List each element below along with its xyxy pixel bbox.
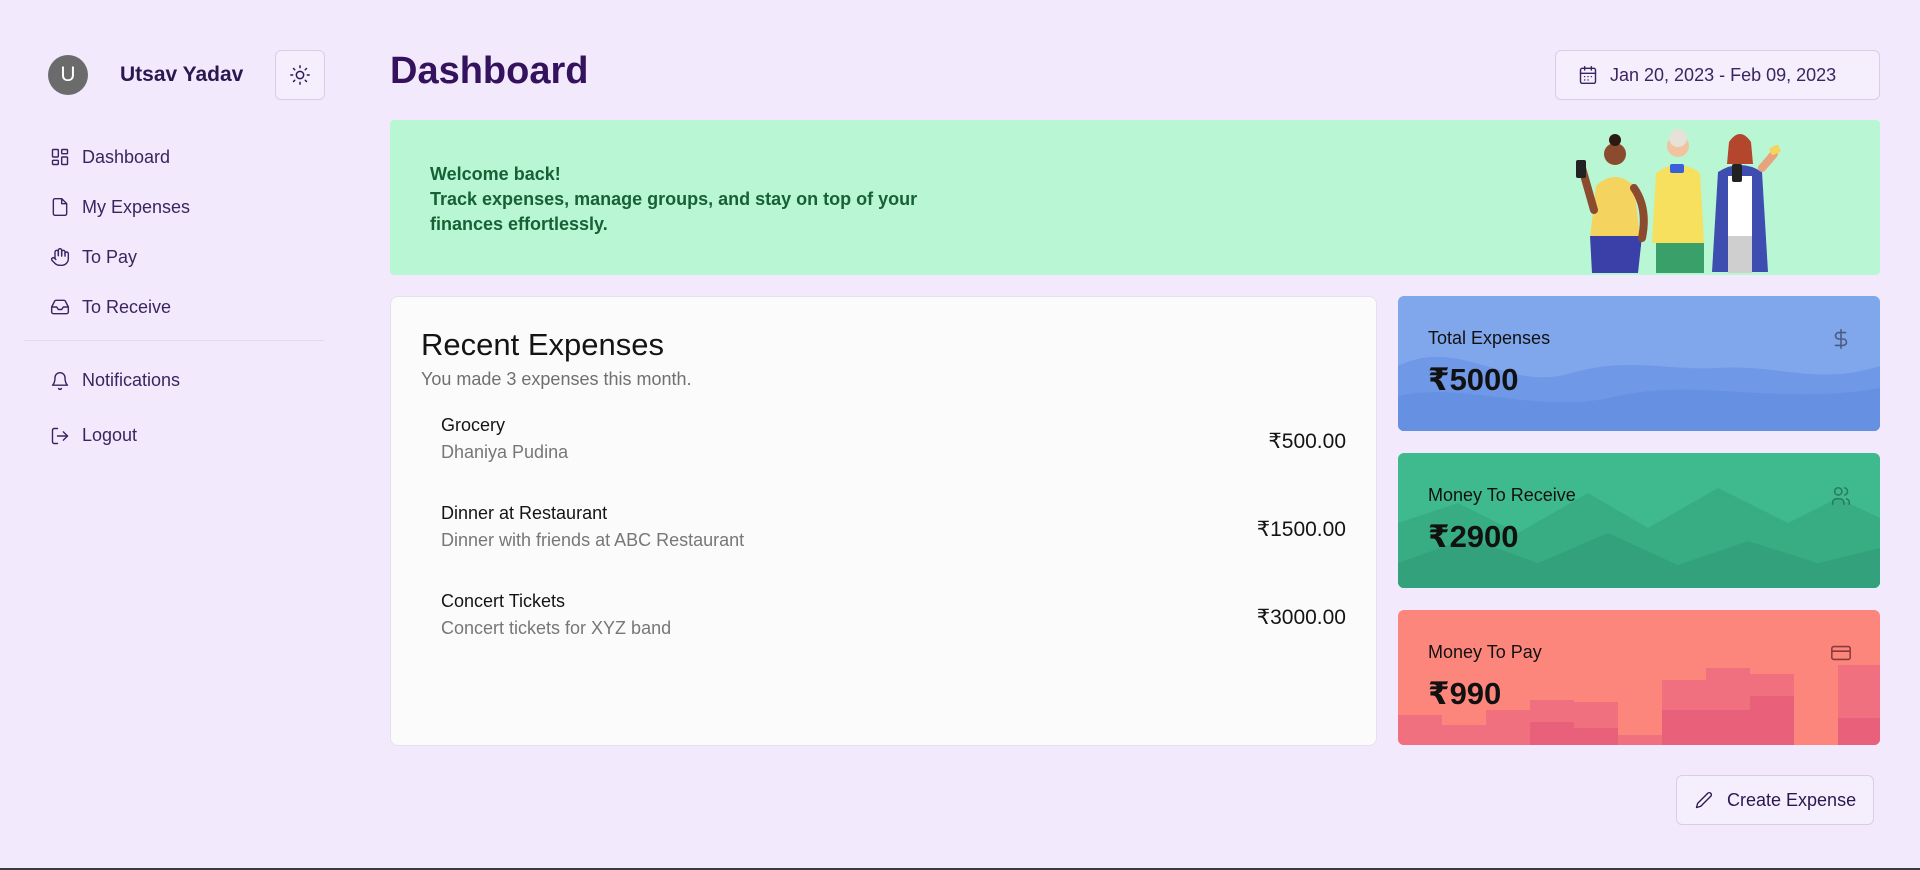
list-item[interactable]: Concert Tickets Concert tickets for XYZ … [441, 591, 1346, 679]
sidebar-item-my-expenses[interactable]: My Expenses [24, 182, 324, 232]
main-content: Dashboard Jan 20, 2023 - Feb 09, 2023 We… [390, 50, 1880, 825]
user-profile: U Utsav Yadav [24, 50, 325, 100]
sidebar-item-label: Dashboard [82, 146, 171, 167]
sidebar-item-to-pay[interactable]: To Pay [24, 232, 324, 282]
welcome-heading: Welcome back! [430, 164, 561, 184]
money-to-pay-card[interactable]: Money To Pay ₹990 [1398, 610, 1880, 745]
stat-label: Total Expenses [1428, 328, 1551, 348]
expense-amount: ₹500.00 [1268, 430, 1346, 453]
people-illustration [1576, 129, 1781, 273]
expense-description: Concert tickets for XYZ band [441, 618, 672, 638]
expense-description: Dhaniya Pudina [441, 442, 569, 462]
dollar-icon [1834, 329, 1848, 349]
file-icon [52, 197, 68, 217]
sidebar-item-label: To Receive [82, 296, 172, 317]
inbox-icon [50, 299, 70, 315]
sidebar-item-label: My Expenses [82, 196, 191, 217]
calendar-icon [1579, 65, 1597, 85]
date-range-text: Jan 20, 2023 - Feb 09, 2023 [1610, 64, 1837, 85]
create-expense-button[interactable]: Create Expense [1676, 775, 1874, 825]
theme-toggle-button[interactable] [275, 50, 325, 100]
expense-list: Grocery Dhaniya Pudina ₹500.00 Dinner at… [441, 415, 1346, 679]
recent-expenses-card: Recent Expenses You made 3 expenses this… [390, 296, 1377, 746]
expense-name: Dinner at Restaurant [441, 503, 608, 523]
sidebar: U Utsav Yadav Dashboard My Expenses To P… [24, 50, 325, 463]
stat-value: ₹990 [1428, 676, 1502, 711]
sidebar-item-label: Logout [82, 425, 138, 445]
stat-label: Money To Pay [1428, 642, 1542, 662]
money-to-receive-card[interactable]: Money To Receive ₹2900 [1398, 453, 1880, 588]
welcome-message: Track expenses, manage groups, and stay … [430, 189, 918, 234]
welcome-text: Welcome back! Track expenses, manage gro… [430, 162, 950, 237]
stat-value: ₹5000 [1428, 362, 1519, 397]
sidebar-item-to-receive[interactable]: To Receive [24, 282, 324, 332]
sidebar-item-label: Notifications [82, 370, 181, 390]
user-name: Utsav Yadav [120, 63, 244, 86]
credit-card-icon [1831, 645, 1851, 661]
users-icon [1831, 486, 1851, 506]
list-item[interactable]: Grocery Dhaniya Pudina ₹500.00 [441, 415, 1346, 503]
logout-icon [51, 427, 69, 444]
expense-description: Dinner with friends at ABC Restaurant [441, 530, 745, 550]
stat-label: Money To Receive [1428, 485, 1576, 505]
list-item[interactable]: Dinner at Restaurant Dinner with friends… [441, 503, 1346, 591]
recent-expenses-subtitle: You made 3 expenses this month. [421, 369, 692, 389]
recent-expenses-title: Recent Expenses [421, 327, 664, 362]
sidebar-item-dashboard[interactable]: Dashboard [24, 132, 324, 182]
pencil-icon [1695, 792, 1712, 809]
sidebar-item-logout[interactable]: Logout [24, 408, 324, 463]
bell-icon [51, 371, 69, 390]
dashboard-icon [51, 148, 69, 166]
date-range-picker[interactable]: Jan 20, 2023 - Feb 09, 2023 [1555, 50, 1880, 100]
expense-name: Concert Tickets [441, 591, 566, 611]
welcome-banner: Welcome back! Track expenses, manage gro… [390, 120, 1880, 275]
sidebar-item-notifications[interactable]: Notifications [24, 353, 324, 408]
stat-value: ₹2900 [1428, 519, 1519, 554]
sidebar-nav: Dashboard My Expenses To Pay To Receive [24, 132, 324, 463]
expense-amount: ₹3000.00 [1256, 606, 1346, 629]
expense-amount: ₹1500.00 [1256, 518, 1346, 541]
sidebar-divider [24, 340, 324, 341]
total-expenses-card[interactable]: Total Expenses ₹5000 [1398, 296, 1880, 431]
avatar[interactable]: U [48, 55, 88, 95]
hand-icon [50, 248, 70, 267]
create-expense-label: Create Expense [1727, 789, 1857, 810]
expense-name: Grocery [441, 415, 506, 435]
sun-icon [290, 65, 310, 85]
sidebar-item-label: To Pay [82, 246, 138, 267]
